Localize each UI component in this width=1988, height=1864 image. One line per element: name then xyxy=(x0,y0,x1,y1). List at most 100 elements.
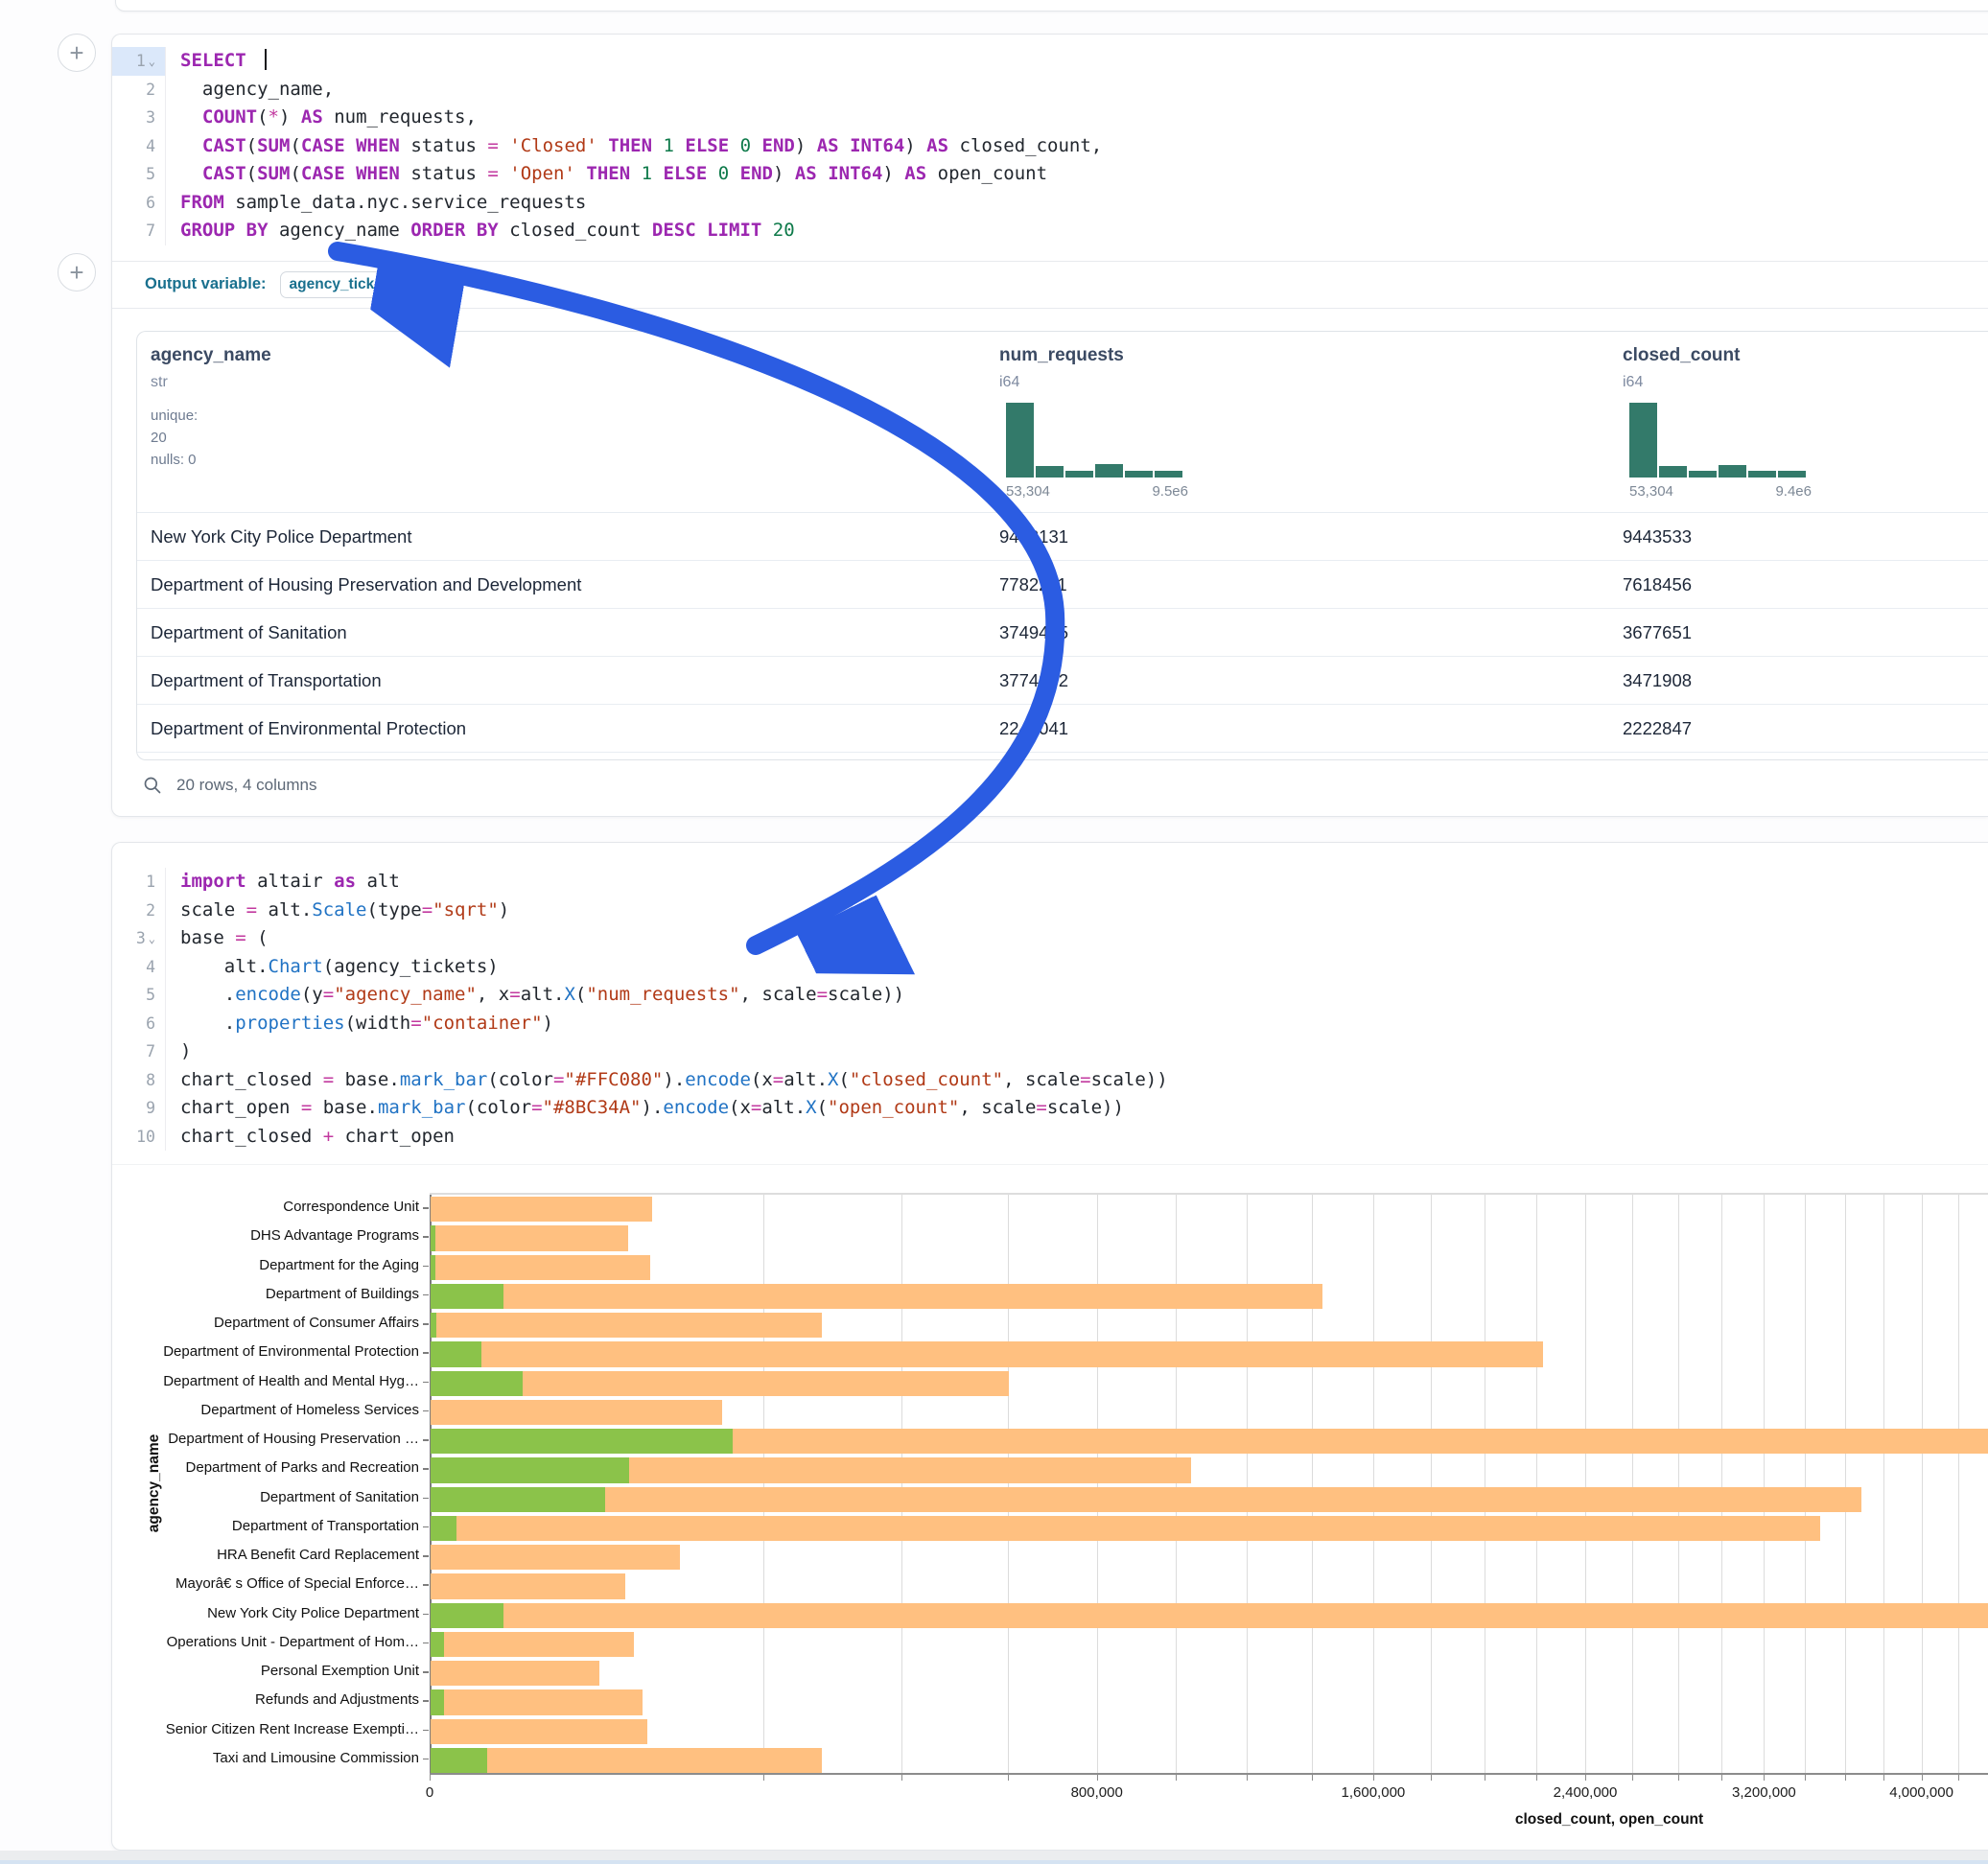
code-line[interactable]: 7GROUP BY agency_name ORDER BY closed_co… xyxy=(112,217,1988,245)
table-row: Department of Sanitation 3749485 3677651 xyxy=(137,609,1988,657)
column-histogram xyxy=(1006,403,1188,478)
bar-closed-count xyxy=(431,1661,599,1686)
code-line[interactable]: 3 COUNT(*) AS num_requests, xyxy=(112,104,1988,132)
bar-open-count xyxy=(431,1225,435,1250)
x-axis-tick xyxy=(1097,1775,1098,1781)
code-text: import altair as alt xyxy=(166,868,400,897)
x-axis-title: closed_count, open_count xyxy=(1515,1811,1703,1829)
code-line[interactable]: 1⌄SELECT xyxy=(112,47,1988,76)
bar-closed-count xyxy=(431,1689,643,1714)
x-axis-tick xyxy=(1373,1775,1374,1781)
y-axis-label: Refunds and Adjustments xyxy=(116,1691,419,1708)
y-axis-tick xyxy=(423,1614,429,1616)
x-axis-tick xyxy=(1585,1775,1586,1781)
next-cell-edge xyxy=(0,1860,1988,1864)
y-axis-label: Department of Transportation xyxy=(116,1518,419,1534)
bar-closed-count xyxy=(431,1603,1988,1628)
search-icon[interactable] xyxy=(143,776,162,795)
code-line[interactable]: 3⌄base = ( xyxy=(112,924,1988,953)
y-axis-label: Department for the Aging xyxy=(116,1257,419,1273)
code-line[interactable]: 6FROM sample_data.nyc.service_requests xyxy=(112,189,1988,218)
code-line[interactable]: 5 .encode(y="agency_name", x=alt.X("num_… xyxy=(112,981,1988,1010)
gridline xyxy=(1431,1195,1432,1773)
histogram-range-labels: 53,304 9.5e6 xyxy=(1006,483,1188,500)
histogram-bar xyxy=(1125,471,1153,478)
x-axis-tick xyxy=(1632,1775,1633,1781)
gridline xyxy=(1922,1195,1923,1773)
x-axis-line xyxy=(430,1773,1988,1775)
y-axis-label: Department of Buildings xyxy=(116,1286,419,1302)
code-text: ) xyxy=(166,1037,191,1066)
y-axis-tick xyxy=(423,1294,429,1296)
code-line[interactable]: 2scale = alt.Scale(type="sqrt") xyxy=(112,897,1988,925)
code-line[interactable]: 5 CAST(SUM(CASE WHEN status = 'Open' THE… xyxy=(112,160,1988,189)
output-variable-pill[interactable]: agency_tickets xyxy=(280,271,387,298)
code-line[interactable]: 6 .properties(width="container") xyxy=(112,1010,1988,1038)
line-number: 3⌄ xyxy=(112,924,166,953)
add-cell-button-top[interactable]: + xyxy=(58,34,96,72)
bar-closed-count xyxy=(431,1400,722,1425)
y-axis-tick xyxy=(423,1584,429,1586)
column-histogram xyxy=(1629,403,1812,478)
y-axis-tick xyxy=(423,1468,429,1470)
code-line[interactable]: 1import altair as alt xyxy=(112,868,1988,897)
code-text: SELECT xyxy=(166,47,267,76)
histogram-bar xyxy=(1036,466,1064,478)
gridline xyxy=(1373,1195,1374,1773)
code-text: GROUP BY agency_name ORDER BY closed_cou… xyxy=(166,217,795,245)
histogram-bar xyxy=(1778,471,1806,478)
line-number: 7 xyxy=(112,217,166,245)
code-line[interactable]: 2 agency_name, xyxy=(112,76,1988,105)
x-axis-tick-label: 0 xyxy=(426,1784,433,1801)
code-line[interactable]: 8chart_closed = base.mark_bar(color="#FF… xyxy=(112,1066,1988,1095)
code-text: CAST(SUM(CASE WHEN status = 'Closed' THE… xyxy=(166,132,1102,161)
code-text: agency_name, xyxy=(166,76,334,105)
gridline xyxy=(1805,1195,1806,1773)
bar-closed-count xyxy=(431,1516,1820,1541)
y-axis-label: Department of Consumer Affairs xyxy=(116,1315,419,1331)
histogram-bar xyxy=(1629,403,1657,478)
fold-chevron-icon[interactable]: ⌄ xyxy=(149,932,155,945)
sql-code-editor[interactable]: 1⌄SELECT 2 agency_name,3 COUNT(*) AS num… xyxy=(112,35,1988,261)
line-number: 9 xyxy=(112,1094,166,1123)
line-number: 2 xyxy=(112,76,166,105)
line-number: 1⌄ xyxy=(112,47,166,76)
code-line[interactable]: 9chart_open = base.mark_bar(color="#8BC3… xyxy=(112,1094,1988,1123)
x-axis-tick xyxy=(1764,1775,1765,1781)
bar-closed-count xyxy=(431,1313,822,1338)
bar-closed-count xyxy=(431,1371,1009,1396)
code-text: FROM sample_data.nyc.service_requests xyxy=(166,189,586,218)
row-count-summary: 20 rows, 4 columns xyxy=(176,776,316,795)
bar-closed-count xyxy=(431,1284,1322,1309)
fold-chevron-icon[interactable]: ⌄ xyxy=(149,55,155,68)
y-axis-tick xyxy=(423,1730,429,1732)
x-axis-tick xyxy=(1312,1775,1313,1781)
bar-closed-count xyxy=(431,1255,650,1280)
bar-open-count xyxy=(431,1429,733,1454)
code-line[interactable]: 7) xyxy=(112,1037,1988,1066)
output-variable-label: Output variable: xyxy=(145,275,267,293)
gridline xyxy=(1883,1195,1884,1773)
code-line[interactable]: 4 CAST(SUM(CASE WHEN status = 'Closed' T… xyxy=(112,132,1988,161)
x-axis-tick xyxy=(1922,1775,1923,1781)
code-text: alt.Chart(agency_tickets) xyxy=(166,953,499,982)
code-text: .encode(y="agency_name", x=alt.X("num_re… xyxy=(166,981,904,1010)
x-axis-tick xyxy=(1431,1775,1432,1781)
python-code-editor[interactable]: 1import altair as alt2scale = alt.Scale(… xyxy=(112,843,1988,1165)
add-cell-button-middle[interactable]: + xyxy=(58,253,96,291)
y-axis-tick xyxy=(423,1410,429,1412)
y-axis-tick xyxy=(423,1555,429,1557)
bar-open-count xyxy=(431,1632,444,1657)
y-axis-label: Department of Environmental Protection xyxy=(116,1343,419,1360)
table-row: Department of Housing Preservation and D… xyxy=(137,561,1988,609)
bar-closed-count xyxy=(431,1748,822,1773)
gridline xyxy=(1721,1195,1722,1773)
code-line[interactable]: 10chart_closed + chart_open xyxy=(112,1123,1988,1152)
y-axis-tick xyxy=(423,1700,429,1702)
column-type: str xyxy=(151,374,168,391)
code-line[interactable]: 4 alt.Chart(agency_tickets) xyxy=(112,953,1988,982)
line-number: 6 xyxy=(112,189,166,218)
table-row: Department of Environmental Protection 2… xyxy=(137,705,1988,753)
bar-closed-count xyxy=(431,1197,652,1222)
line-number: 7 xyxy=(112,1037,166,1066)
